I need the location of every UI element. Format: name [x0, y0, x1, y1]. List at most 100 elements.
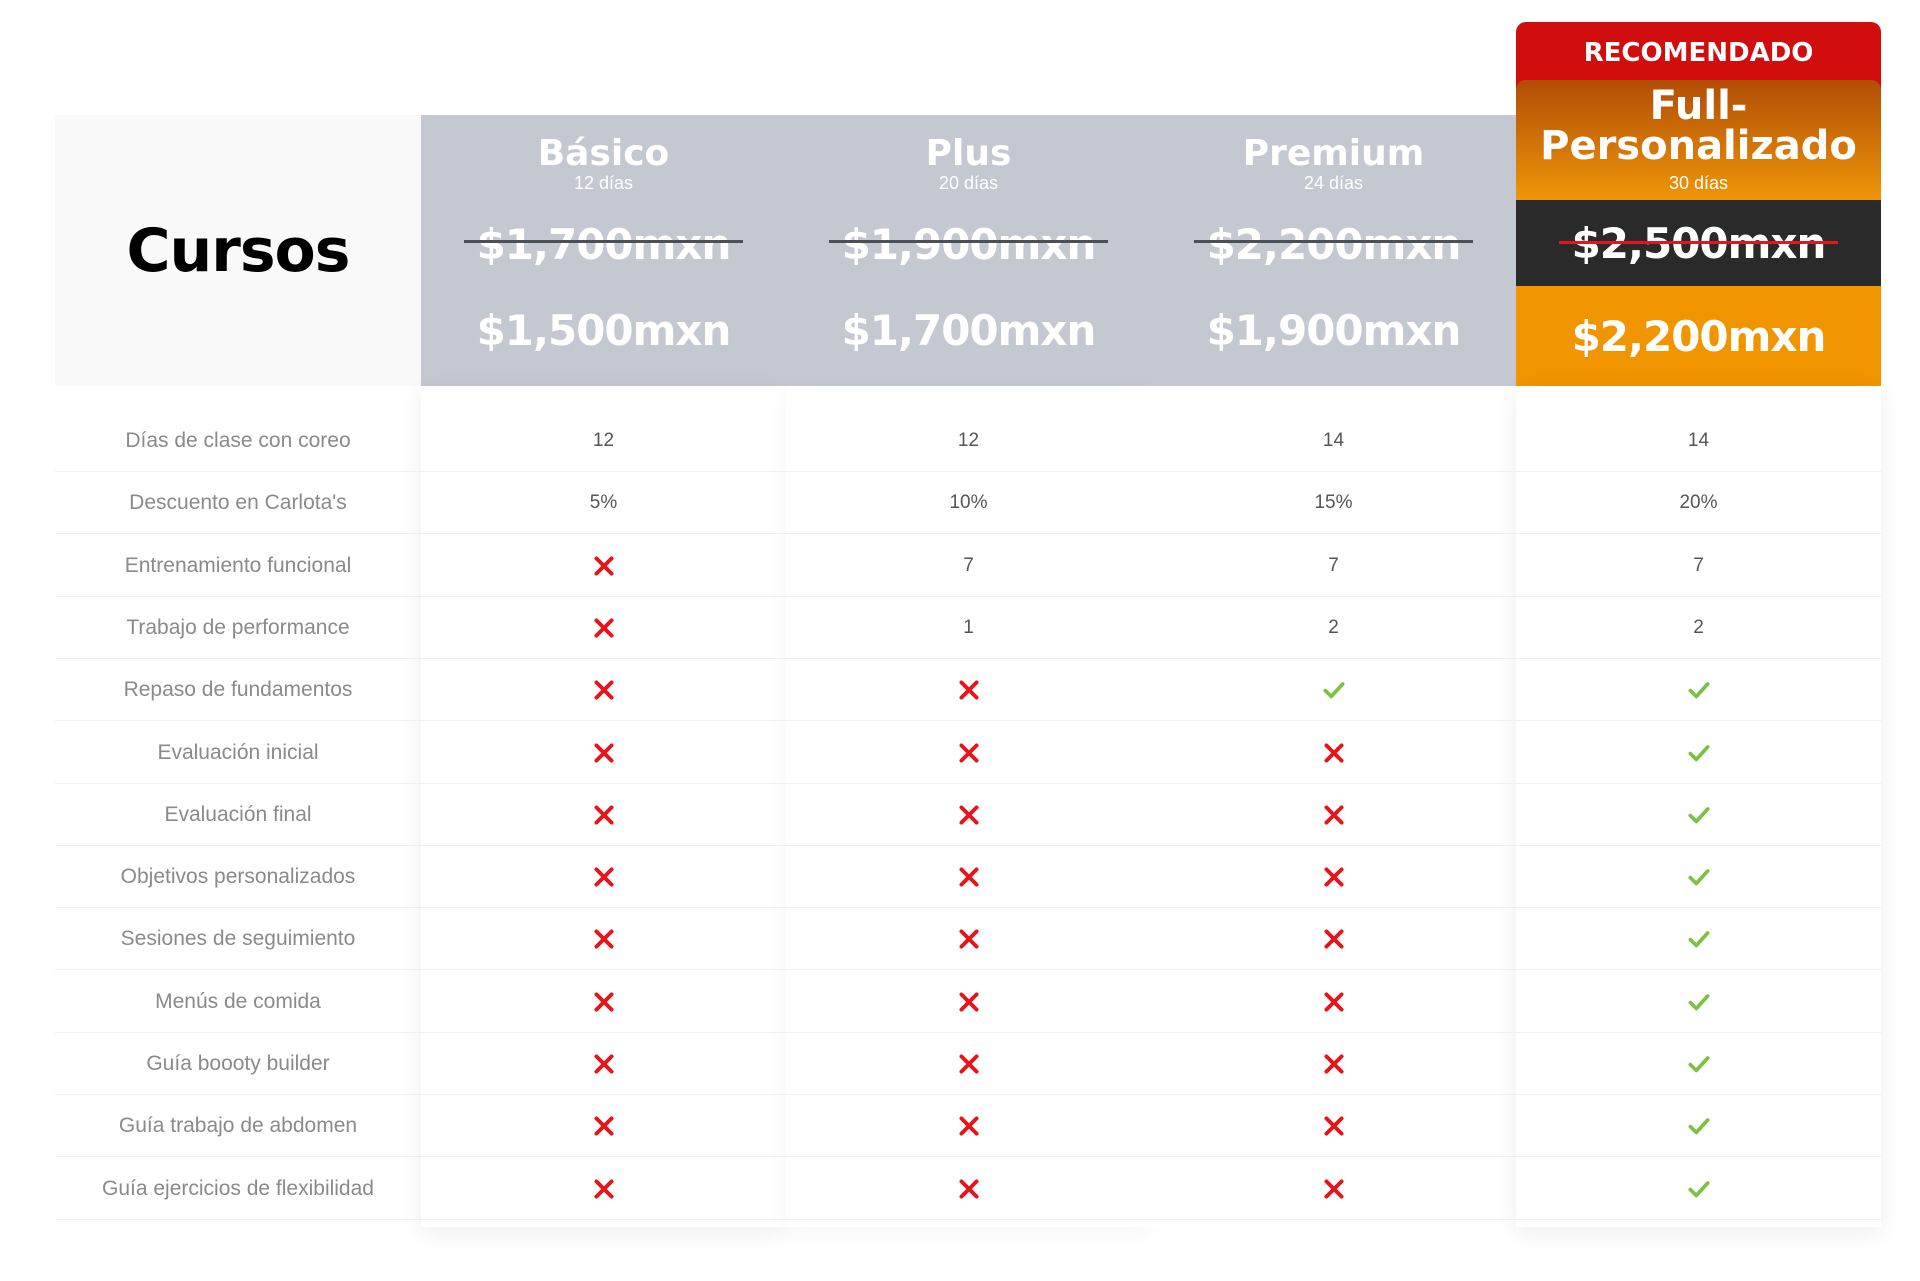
table-row: Guía trabajo de abdomen	[55, 1095, 1881, 1158]
feature-label: Entrenamiento funcional	[124, 553, 352, 577]
check-icon	[1151, 659, 1516, 721]
x-icon	[421, 908, 786, 970]
feature-value: 14	[1516, 410, 1881, 472]
feature-value: 5%	[421, 472, 786, 534]
x-icon	[421, 846, 786, 908]
feature-value: 10%	[786, 472, 1151, 534]
x-icon	[1151, 846, 1516, 908]
check-icon	[1516, 1033, 1881, 1095]
plan-days: 24 días	[1303, 173, 1364, 193]
feature-label: Descuento en Carlota's	[129, 491, 347, 515]
x-icon	[421, 597, 786, 659]
page-title: Cursos	[126, 215, 351, 286]
feature-value: 20%	[1516, 472, 1881, 534]
x-icon	[421, 1033, 786, 1095]
feature-value: 7	[1151, 535, 1516, 597]
table-row: Trabajo de performance 1 2 2	[55, 597, 1881, 659]
feature-value-text: 7	[1328, 554, 1339, 576]
plan-name-line-2: Personalizado	[1540, 123, 1857, 169]
plan-days: 30 días	[1668, 173, 1729, 193]
strikethrough-line	[1194, 240, 1473, 243]
table-row: Evaluación inicial	[55, 722, 1881, 784]
feature-value-text: 7	[963, 554, 974, 576]
plan-name-line-1: Full-	[1649, 83, 1748, 129]
check-icon	[1516, 784, 1881, 846]
x-icon	[421, 722, 786, 784]
feature-value: 14	[1151, 410, 1516, 472]
old-price: $2,200mxn	[1206, 219, 1462, 269]
plan-header-full-personalizado[interactable]: Full- Personalizado 30 días $2,500mxn $2…	[1516, 80, 1881, 386]
strikethrough-line	[1559, 241, 1838, 244]
table-row: Repaso de fundamentos	[55, 659, 1881, 722]
plan-name: Full- Personalizado	[1516, 86, 1881, 166]
x-icon	[786, 908, 1151, 970]
feature-value: 12	[786, 410, 1151, 472]
plan-days: 20 días	[938, 173, 999, 193]
table-row: Evaluación final	[55, 784, 1881, 846]
table-row: Objetivos personalizados	[55, 846, 1881, 909]
feature-label: Repaso de fundamentos	[123, 678, 353, 702]
feature-value-text: 7	[1693, 554, 1704, 576]
x-icon	[421, 971, 786, 1033]
feature-value-text: 2	[1328, 616, 1339, 638]
new-price: $1,900mxn	[1206, 305, 1462, 355]
feature-value-text: 20%	[1679, 492, 1718, 514]
x-icon	[786, 1095, 1151, 1157]
plan-name: Premium	[1242, 133, 1425, 174]
x-icon	[786, 1033, 1151, 1095]
plan-title-band: Full- Personalizado 30 días	[1516, 80, 1881, 200]
check-icon	[1516, 659, 1881, 721]
check-icon	[1516, 971, 1881, 1033]
plan-days: 12 días	[573, 173, 634, 193]
new-price: $1,700mxn	[841, 305, 1097, 355]
feature-value-text: 14	[1687, 430, 1710, 451]
feature-label: Evaluación final	[164, 802, 312, 826]
feature-label: Trabajo de performance	[126, 615, 350, 639]
x-icon	[421, 1095, 786, 1157]
plan-name: Plus	[925, 133, 1012, 174]
x-icon	[786, 659, 1151, 721]
feature-value: 2	[1516, 597, 1881, 659]
feature-value: 7	[786, 535, 1151, 597]
x-icon	[786, 722, 1151, 784]
check-icon	[1516, 846, 1881, 908]
x-icon	[1151, 1158, 1516, 1220]
x-icon	[1151, 1095, 1516, 1157]
feature-value-text: 5%	[589, 492, 618, 514]
feature-value-text: 2	[1693, 616, 1704, 638]
check-icon	[1516, 908, 1881, 970]
new-price: $2,200mxn	[1516, 286, 1881, 386]
feature-label: Guía ejercicios de flexibilidad	[102, 1176, 374, 1200]
table-title-cell: Cursos	[55, 115, 421, 386]
table-row: Días de clase con coreo 12 12 14 14	[55, 410, 1881, 472]
plan-header-plus[interactable]: Plus 20 días $1,900mxn $1,700mxn	[786, 115, 1151, 386]
x-icon	[1151, 908, 1516, 970]
feature-value: 2	[1151, 597, 1516, 659]
x-icon	[786, 784, 1151, 846]
feature-label: Días de clase con coreo	[125, 429, 351, 452]
plan-header-premium[interactable]: Premium 24 días $2,200mxn $1,900mxn	[1151, 115, 1516, 386]
x-icon	[421, 784, 786, 846]
x-icon	[1151, 1033, 1516, 1095]
x-icon	[786, 971, 1151, 1033]
feature-value: 1	[786, 597, 1151, 659]
x-icon	[786, 846, 1151, 908]
x-icon	[1151, 971, 1516, 1033]
feature-value-text: 12	[957, 430, 980, 451]
table-row: Sesiones de seguimiento	[55, 908, 1881, 971]
plan-name: Básico	[537, 133, 670, 174]
plan-header-basico[interactable]: Básico 12 días $1,700mxn $1,500mxn	[421, 115, 786, 386]
feature-value-text: 15%	[1314, 492, 1353, 514]
feature-value-text: 12	[592, 430, 615, 451]
table-row: Guía ejercicios de flexibilidad	[55, 1158, 1881, 1220]
table-row: Guía boooty builder	[55, 1033, 1881, 1095]
table-row: Descuento en Carlota's 5% 10% 15% 20%	[55, 472, 1881, 535]
x-icon	[421, 535, 786, 597]
x-icon	[1151, 722, 1516, 784]
x-icon	[786, 1158, 1151, 1220]
feature-value: 7	[1516, 535, 1881, 597]
feature-label: Sesiones de seguimiento	[120, 927, 356, 951]
old-price: $1,700mxn	[476, 219, 732, 269]
table-row: Menús de comida	[55, 971, 1881, 1033]
strikethrough-line	[464, 240, 743, 243]
